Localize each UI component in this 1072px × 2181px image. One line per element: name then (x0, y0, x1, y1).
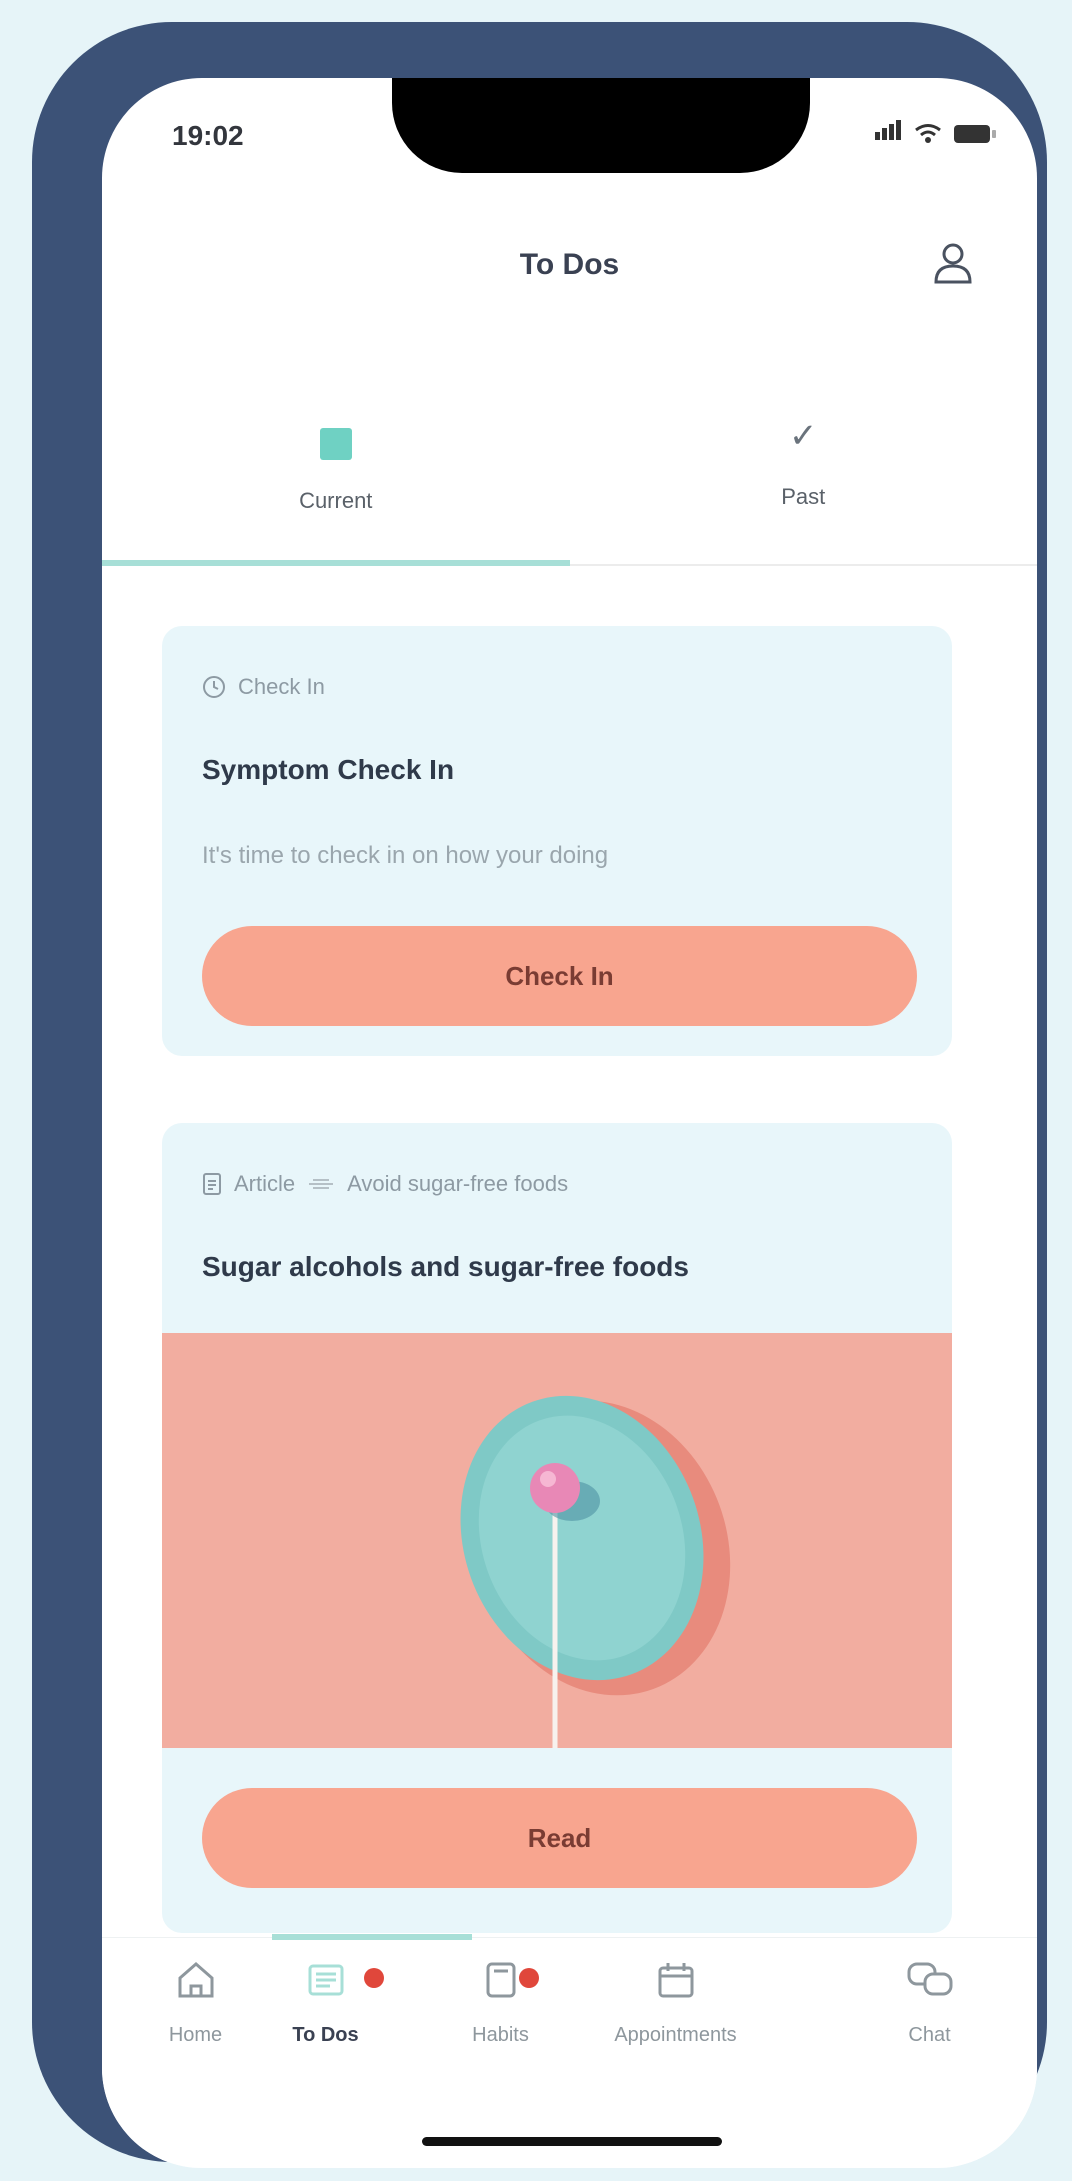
card-tag: Avoid sugar-free foods (347, 1171, 569, 1196)
calendar-icon (658, 1963, 693, 1998)
article-image[interactable] (162, 1333, 952, 1748)
card-type-label: Check In (238, 674, 325, 699)
notification-badge (519, 1968, 539, 1988)
check-icon: ✓ (789, 417, 818, 455)
card-type-label: Article (234, 1171, 296, 1196)
nav-todos-label: To Dos (292, 2024, 359, 2046)
tab-past-label: Past (781, 484, 826, 509)
card-description: It's time to check in on how your doing (202, 842, 609, 869)
todo-list-icon (308, 1964, 343, 1996)
nav-todos[interactable]: To Dos (232, 1958, 419, 2047)
nav-appointments[interactable]: Appointments (582, 1958, 769, 2047)
home-icon (178, 1962, 213, 1998)
app-screen: 19:02 To Dos Current ✓ Past Check In Sym… (102, 78, 1037, 2168)
tab-current-label: Current (299, 488, 373, 513)
bottom-nav: Home To Dos Habits Appointments Chat (102, 1934, 1037, 2168)
card-title: Symptom Check In (202, 754, 455, 785)
nav-habits[interactable]: Habits (407, 1958, 594, 2047)
notification-badge (364, 1968, 384, 1988)
card-type: Check In (202, 674, 325, 700)
card-type: Article Avoid sugar-free foods (202, 1171, 568, 1197)
tab-bar: Current ✓ Past (102, 328, 1038, 566)
todo-square-icon (319, 428, 352, 460)
habit-icon (486, 1962, 515, 1998)
chat-icon (907, 1962, 952, 1996)
page-title: To Dos (519, 248, 620, 281)
nav-appointments-label: Appointments (614, 2024, 737, 2046)
active-tab-indicator (102, 560, 570, 566)
read-button[interactable]: Read (202, 1788, 917, 1888)
checkin-card: Check In Symptom Check In It's time to c… (162, 626, 952, 1056)
check-in-button[interactable]: Check In (202, 926, 917, 1026)
nav-chat[interactable]: Chat (822, 1958, 1037, 2047)
lollipop-plate-illustration (162, 1333, 952, 1748)
tab-past[interactable]: ✓ Past (570, 328, 1038, 548)
nav-active-indicator (272, 1934, 472, 1940)
signal-icon (875, 120, 903, 145)
nav-habits-label: Habits (472, 2024, 529, 2046)
battery-icon (954, 125, 996, 143)
home-indicator (422, 2137, 722, 2146)
clock-icon (203, 676, 225, 698)
article-icon (203, 1173, 221, 1195)
wifi-icon (915, 124, 941, 143)
article-card: Article Avoid sugar-free foods Sugar alc… (162, 1123, 952, 1933)
nav-chat-label: Chat (908, 2024, 951, 2046)
tab-current[interactable]: Current (102, 328, 570, 548)
status-time: 19:02 (172, 120, 244, 151)
phone-frame: 19:02 To Dos Current ✓ Past Check In Sym… (32, 22, 1047, 2168)
status-icons (875, 120, 997, 145)
tag-icon (309, 1179, 334, 1189)
card-title: Sugar alcohols and sugar-free foods (202, 1251, 689, 1282)
profile-icon[interactable] (929, 238, 977, 286)
notch (392, 78, 810, 173)
